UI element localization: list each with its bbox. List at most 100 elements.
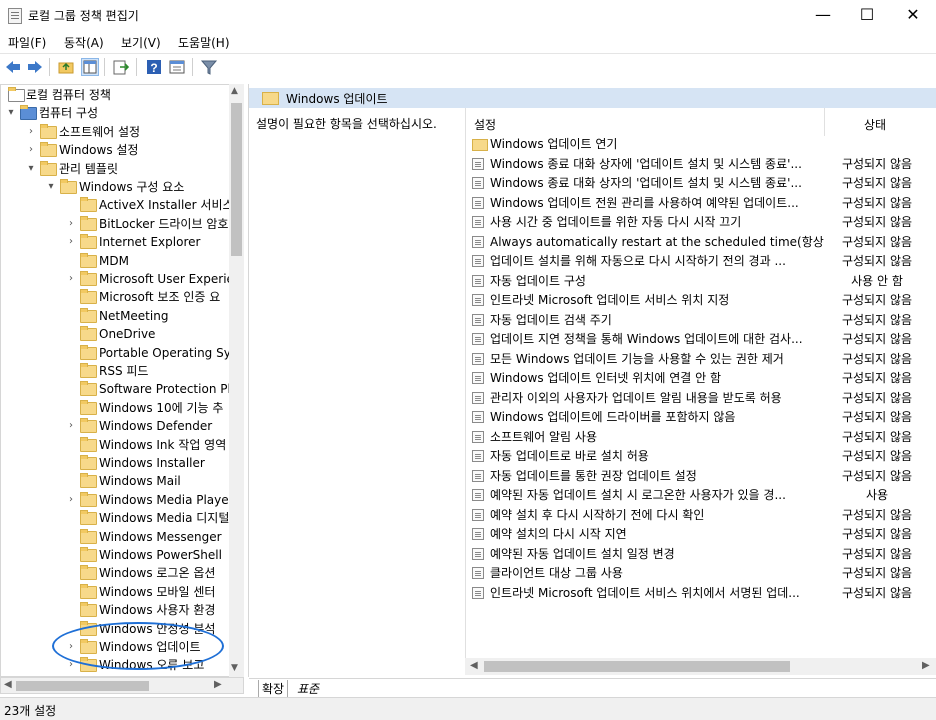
filter-icon[interactable] xyxy=(200,58,218,76)
help-icon[interactable]: ? xyxy=(145,58,163,76)
tree-item[interactable]: Windows PowerShell xyxy=(0,546,229,564)
setting-row[interactable]: 클라이언트 대상 그룹 사용 구성되지 않음 xyxy=(472,564,922,583)
tree-item[interactable]: Microsoft 보조 인증 요 xyxy=(0,288,229,306)
setting-row[interactable]: 소프트웨어 알림 사용 구성되지 않음 xyxy=(472,428,922,447)
menu-help[interactable]: 도움말(H) xyxy=(178,34,230,51)
tree-item[interactable]: Portable Operating Sys xyxy=(0,344,237,362)
tree-item[interactable]: ▾ 관리 템플릿 xyxy=(0,160,229,178)
tree-item[interactable]: ▾ Windows 구성 요소 xyxy=(0,178,229,196)
tree-item[interactable]: › Windows Defender xyxy=(0,417,229,435)
setting-row[interactable]: Windows 종료 대화 상자에 '업데이트 설치 및 시스템 종료'... 구… xyxy=(472,155,922,174)
scroll-left-icon[interactable]: ◀ xyxy=(4,679,12,690)
tree-item[interactable]: Windows Ink 작업 영역 xyxy=(0,436,229,454)
tab-extended[interactable]: 확장 xyxy=(258,680,289,698)
tree-item[interactable]: ActiveX Installer 서비스 xyxy=(0,196,234,214)
tree-item[interactable]: MDM xyxy=(0,252,229,270)
close-button[interactable]: ✕ xyxy=(890,0,936,30)
setting-row[interactable]: 자동 업데이트 검색 주기 구성되지 않음 xyxy=(472,311,922,330)
show-hide-tree-icon[interactable] xyxy=(81,58,99,76)
scroll-right-icon[interactable]: ▶ xyxy=(214,679,222,690)
tree-item[interactable]: Windows Installer xyxy=(0,454,229,472)
setting-row[interactable]: 모든 Windows 업데이트 기능을 사용할 수 있는 권한 제거 구성되지 않… xyxy=(472,350,922,369)
collapsed-chevron-icon[interactable]: › xyxy=(66,233,76,251)
setting-name: 예약된 자동 업데이트 설치 일정 변경 xyxy=(490,546,675,561)
tree-item[interactable]: Windows Media 디지털 xyxy=(0,509,229,527)
export-list-icon[interactable] xyxy=(112,58,130,76)
setting-state: 구성되지 않음 xyxy=(841,546,913,561)
setting-row[interactable]: Windows 업데이트 연기 xyxy=(472,135,922,154)
tree-item[interactable]: › Microsoft User Experie xyxy=(0,270,234,288)
scroll-right-icon[interactable]: ▶ xyxy=(922,660,930,671)
tree-item[interactable]: › 소프트웨어 설정 xyxy=(0,123,229,141)
tree-item[interactable]: Windows Messenger xyxy=(0,528,229,546)
setting-row[interactable]: Windows 업데이트에 드라이버를 포함하지 않음 구성되지 않음 xyxy=(472,408,922,427)
setting-row[interactable]: 관리자 이외의 사용자가 업데이트 알림 내용을 받도록 허용 구성되지 않음 xyxy=(472,389,922,408)
setting-row[interactable]: Windows 업데이트 전원 관리를 사용하여 예약된 업데이트... 구성되지… xyxy=(472,194,922,213)
setting-row[interactable]: 자동 업데이트를 통한 권장 업데이트 설정 구성되지 않음 xyxy=(472,467,922,486)
forward-icon[interactable] xyxy=(26,58,44,76)
setting-row[interactable]: 예약 설치 후 다시 시작하기 전에 다시 확인 구성되지 않음 xyxy=(472,506,922,525)
minimize-button[interactable]: — xyxy=(800,0,846,30)
column-divider[interactable] xyxy=(824,108,825,136)
menu-view[interactable]: 보기(V) xyxy=(121,34,161,51)
tree-item[interactable]: NetMeeting xyxy=(0,307,229,325)
tree-item[interactable]: › BitLocker 드라이브 암호 xyxy=(0,215,229,233)
computer-icon xyxy=(20,105,37,121)
collapsed-chevron-icon[interactable]: › xyxy=(66,417,76,435)
collapsed-chevron-icon[interactable]: › xyxy=(26,141,36,159)
tree-item[interactable]: › Windows Media Player xyxy=(0,491,234,509)
tree-scroll-thumb[interactable] xyxy=(231,103,242,256)
setting-row[interactable]: 예약된 자동 업데이트 설치 일정 변경 구성되지 않음 xyxy=(472,545,922,564)
tree-item[interactable]: ▾ 컴퓨터 구성 xyxy=(0,104,229,122)
setting-row[interactable]: 사용 시간 중 업데이트를 위한 자동 다시 시작 끄기 구성되지 않음 xyxy=(472,213,922,232)
collapsed-chevron-icon[interactable]: › xyxy=(26,123,36,141)
collapsed-chevron-icon[interactable]: › xyxy=(66,215,76,233)
list-hscroll-thumb[interactable] xyxy=(484,661,790,672)
expanded-chevron-icon[interactable]: ▾ xyxy=(46,178,56,196)
column-header-state[interactable]: 상태 xyxy=(864,116,886,133)
setting-name: 예약된 자동 업데이트 설치 시 로그온한 사용자가 있을 경... xyxy=(490,488,786,502)
setting-row[interactable]: 인트라넷 Microsoft 업데이트 서비스 위치 지정 구성되지 않음 xyxy=(472,291,922,310)
tree-item[interactable]: Software Protection Pl xyxy=(0,380,231,398)
maximize-button[interactable]: ☐ xyxy=(844,0,890,30)
setting-name: 소프트웨어 알림 사용 xyxy=(490,429,597,444)
scroll-left-icon[interactable]: ◀ xyxy=(470,660,478,671)
setting-row[interactable]: 예약 설치의 다시 시작 지연 구성되지 않음 xyxy=(472,525,922,544)
column-header-setting[interactable]: 설정 xyxy=(474,116,496,133)
tree-item[interactable]: Windows Mail xyxy=(0,472,229,490)
setting-row[interactable]: 업데이트 지연 정책을 통해 Windows 업데이트에 대한 검사... 구성되… xyxy=(472,330,922,349)
policy-setting-icon xyxy=(472,391,484,404)
menu-file[interactable]: 파일(F) xyxy=(8,34,46,51)
tree-item[interactable]: Windows 사용자 환경 xyxy=(0,601,229,619)
tree-item-label: Windows PowerShell xyxy=(99,548,222,562)
scroll-down-icon[interactable]: ▼ xyxy=(231,663,238,673)
setting-row[interactable]: 인트라넷 Microsoft 업데이트 서비스 위치에서 서명된 업데... 구성… xyxy=(472,584,922,603)
setting-row[interactable]: 자동 업데이트 구성 사용 안 함 xyxy=(472,272,922,291)
tab-standard[interactable]: 표준 xyxy=(294,680,323,698)
collapsed-chevron-icon[interactable]: › xyxy=(66,270,76,288)
setting-row[interactable]: 자동 업데이트로 바로 설치 허용 구성되지 않음 xyxy=(472,447,922,466)
setting-row[interactable]: 예약된 자동 업데이트 설치 시 로그온한 사용자가 있을 경... 사용 xyxy=(472,486,922,505)
tree-item[interactable]: Windows 10에 기능 추 xyxy=(0,399,229,417)
setting-row[interactable]: Windows 업데이트 인터넷 위치에 연결 안 함 구성되지 않음 xyxy=(472,369,922,388)
setting-state: 구성되지 않음 xyxy=(841,195,913,210)
setting-row[interactable]: 업데이트 설치를 위해 자동으로 다시 시작하기 전의 경과 ... 구성되지 않… xyxy=(472,252,922,271)
tree-hscroll-thumb[interactable] xyxy=(16,681,149,691)
setting-row[interactable]: Always automatically restart at the sche… xyxy=(472,233,922,252)
tree-item[interactable]: Windows 로그온 옵션 xyxy=(0,564,229,582)
menu-action[interactable]: 동작(A) xyxy=(64,34,104,51)
expanded-chevron-icon[interactable]: ▾ xyxy=(6,104,16,122)
tree-item[interactable]: 로컬 컴퓨터 정책 xyxy=(0,86,229,104)
expanded-chevron-icon[interactable]: ▾ xyxy=(26,160,36,178)
scroll-up-icon[interactable]: ▲ xyxy=(231,86,238,96)
collapsed-chevron-icon[interactable]: › xyxy=(66,491,76,509)
tree-item[interactable]: › Windows 설정 xyxy=(0,141,229,159)
back-icon[interactable] xyxy=(4,58,22,76)
properties-icon[interactable] xyxy=(168,58,186,76)
tree-item[interactable]: Windows 모바일 센터 xyxy=(0,583,229,601)
up-folder-icon[interactable] xyxy=(57,58,75,76)
tree-item[interactable]: RSS 피드 xyxy=(0,362,229,380)
tree-item[interactable]: › Internet Explorer xyxy=(0,233,229,251)
tree-item[interactable]: OneDrive xyxy=(0,325,229,343)
setting-row[interactable]: Windows 종료 대화 상자의 '업데이트 설치 및 시스템 종료'... 구… xyxy=(472,174,922,193)
